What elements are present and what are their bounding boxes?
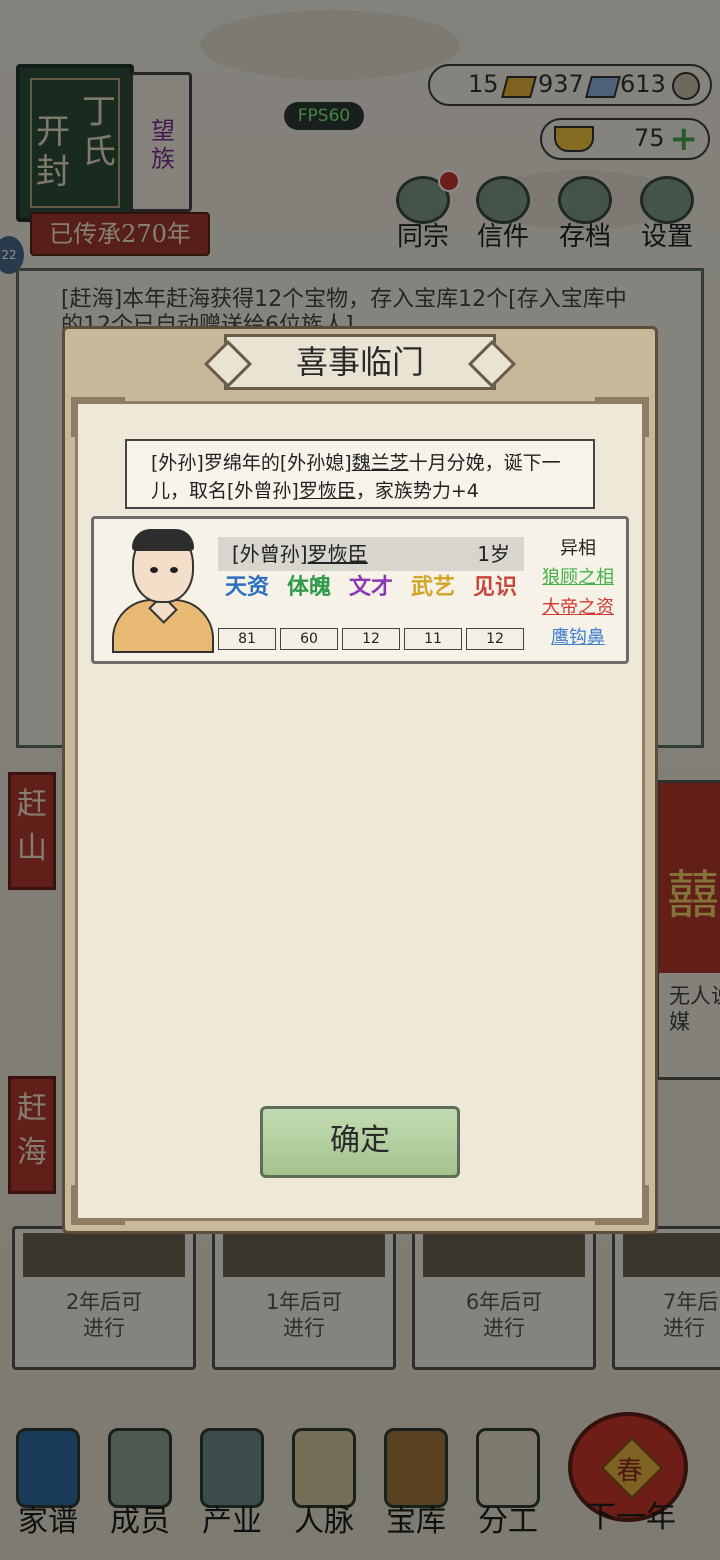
corner-ornament bbox=[71, 1185, 125, 1225]
stat-insight: 见识 12 bbox=[466, 574, 524, 650]
trait-link[interactable]: 鹰钩鼻 bbox=[530, 623, 626, 653]
stat-label: 见识 bbox=[472, 574, 517, 600]
stat-talent: 天资 81 bbox=[218, 574, 276, 650]
stat-label: 武艺 bbox=[410, 574, 455, 600]
character-age: 1岁 bbox=[477, 542, 510, 566]
corner-ornament bbox=[595, 1185, 649, 1225]
trait-list: 异相 狼顾之相 大帝之资 鹰钩鼻 bbox=[530, 535, 626, 653]
character-name-bar: [外曾孙]罗恢臣 1岁 bbox=[218, 537, 524, 571]
child-name-link[interactable]: 罗恢臣 bbox=[299, 480, 356, 502]
stat-value: 11 bbox=[404, 628, 462, 650]
character-card[interactable]: [外曾孙]罗恢臣 1岁 天资 81 体魄 60 文才 12 武艺 11 见识 1… bbox=[91, 516, 629, 664]
message-text: ，家族势力+4 bbox=[355, 480, 479, 502]
stat-label: 天资 bbox=[224, 574, 269, 600]
stat-value: 12 bbox=[466, 628, 524, 650]
confirm-button[interactable]: 确定 bbox=[260, 1106, 460, 1178]
child-portrait bbox=[112, 529, 214, 653]
trait-link[interactable]: 狼顾之相 bbox=[530, 563, 626, 593]
stat-value: 12 bbox=[342, 628, 400, 650]
character-name-link[interactable]: 罗恢臣 bbox=[308, 542, 368, 566]
stat-literary: 文才 12 bbox=[342, 574, 400, 650]
stat-label: 体魄 bbox=[286, 574, 331, 600]
stat-physique: 体魄 60 bbox=[280, 574, 338, 650]
stat-martial: 武艺 11 bbox=[404, 574, 462, 650]
stat-value: 81 bbox=[218, 628, 276, 650]
wife-name-link[interactable]: 魏兰芝 bbox=[352, 452, 409, 474]
event-message: [外孙]罗绵年的[外孙媳]魏兰芝十月分娩，诞下一儿，取名[外曾孙]罗恢臣，家族势… bbox=[125, 439, 595, 509]
corner-ornament bbox=[71, 397, 125, 437]
stat-label: 文才 bbox=[348, 574, 393, 600]
stat-value: 60 bbox=[280, 628, 338, 650]
character-relation: [外曾孙] bbox=[232, 542, 308, 566]
traits-header: 异相 bbox=[560, 538, 596, 559]
dialog-title: 喜事临门 bbox=[224, 334, 496, 390]
corner-ornament bbox=[595, 397, 649, 437]
trait-link[interactable]: 大帝之资 bbox=[530, 593, 626, 623]
message-text: [外孙]罗绵年的[外孙媳] bbox=[151, 452, 352, 474]
